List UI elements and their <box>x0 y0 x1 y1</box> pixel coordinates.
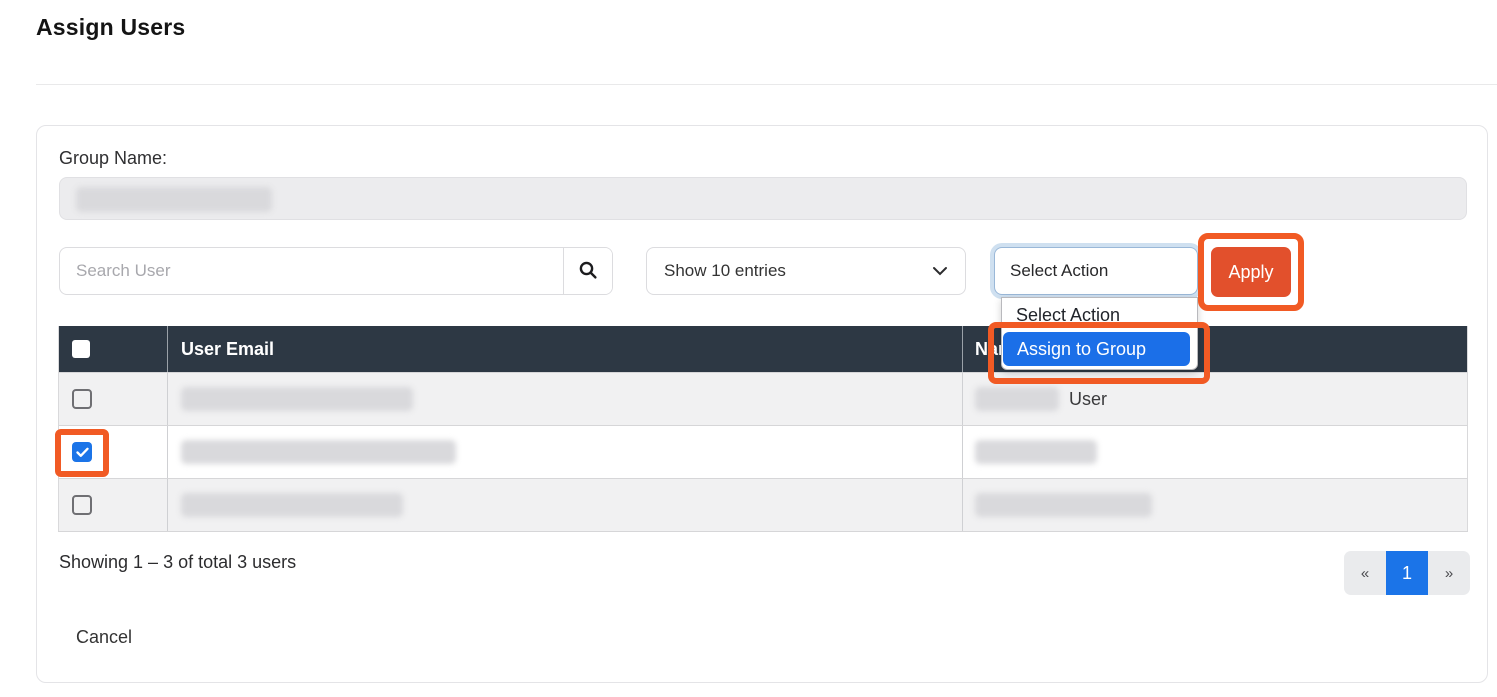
row-3-email-cell <box>167 479 962 531</box>
chevron-down-icon <box>932 261 948 281</box>
redacted-name-3 <box>975 493 1152 517</box>
row-1-checkbox[interactable] <box>72 389 92 409</box>
table-bottom-border <box>58 531 1468 532</box>
users-table: User Email Name User <box>58 326 1468 532</box>
results-summary: Showing 1 – 3 of total 3 users <box>59 552 296 573</box>
search-button[interactable] <box>563 248 612 294</box>
search-input[interactable] <box>60 248 563 294</box>
entries-select-value: Show 10 entries <box>664 261 786 281</box>
row-3-checkbox[interactable] <box>72 495 92 515</box>
redacted-name-2 <box>975 440 1097 464</box>
title-divider <box>36 84 1497 85</box>
pagination-page-1-button[interactable]: 1 <box>1386 551 1428 595</box>
redacted-email-2 <box>181 440 456 464</box>
group-name-label: Group Name: <box>59 148 167 169</box>
pagination-prev-button[interactable]: « <box>1344 551 1386 595</box>
annotation-assign-to-group-highlight <box>988 322 1210 384</box>
table-row-3 <box>58 478 1468 531</box>
action-select[interactable]: Select Action <box>994 247 1198 295</box>
entries-select[interactable]: Show 10 entries <box>646 247 966 295</box>
table-row-1: User <box>58 372 1468 425</box>
cancel-button[interactable]: Cancel <box>76 627 132 648</box>
column-header-user-email: User Email <box>167 326 962 372</box>
page-title: Assign Users <box>36 14 185 41</box>
row-1-name-suffix: User <box>1069 389 1107 410</box>
search-user-box <box>59 247 613 295</box>
action-select-value: Select Action <box>1010 261 1108 281</box>
apply-button[interactable]: Apply <box>1211 247 1291 297</box>
redacted-email-3 <box>181 493 403 517</box>
assign-users-panel: Group Name: Show 10 entries <box>36 125 1488 683</box>
annotation-apply-highlight: Apply <box>1198 233 1304 311</box>
row-2-name-cell <box>962 426 1467 478</box>
table-header-checkbox-cell <box>59 326 167 372</box>
redacted-group-name-value <box>76 187 272 212</box>
row-3-checkbox-cell <box>59 479 167 531</box>
redacted-name-1 <box>975 387 1059 411</box>
group-name-field <box>59 177 1467 220</box>
row-2-email-cell <box>167 426 962 478</box>
row-1-email-cell <box>167 373 962 425</box>
pagination-next-button[interactable]: » <box>1428 551 1470 595</box>
annotation-checked-row-highlight <box>55 429 109 477</box>
redacted-email-1 <box>181 387 413 411</box>
search-icon <box>578 260 598 283</box>
pagination: « 1 » <box>1344 551 1470 595</box>
row-1-checkbox-cell <box>59 373 167 425</box>
row-3-name-cell <box>962 479 1467 531</box>
select-all-checkbox[interactable] <box>72 340 90 358</box>
table-row-2 <box>58 425 1468 478</box>
table-header-row: User Email Name <box>58 326 1468 372</box>
